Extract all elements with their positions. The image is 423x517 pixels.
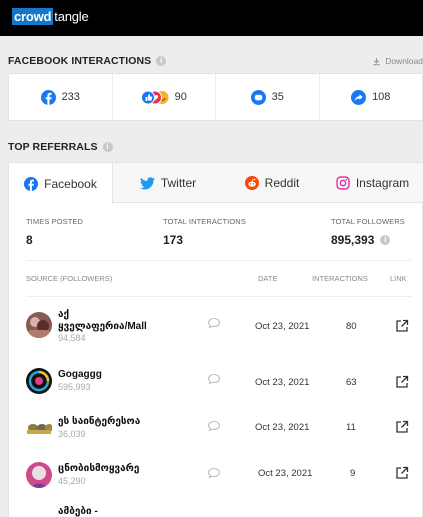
avatar[interactable]	[26, 312, 52, 338]
source-followers: 45,290	[58, 476, 86, 486]
download-button[interactable]: Download	[372, 56, 423, 66]
external-link-icon[interactable]	[395, 466, 409, 480]
comment-icon[interactable]	[207, 317, 221, 329]
source-followers: 595,993	[58, 382, 91, 392]
source-name[interactable]: აქ	[58, 309, 69, 321]
top-referrals-title: TOP REFERRALS i	[8, 141, 113, 153]
comment-icon[interactable]	[207, 467, 221, 479]
top-referrals-title-text: TOP REFERRALS	[8, 141, 98, 153]
share-icon	[351, 89, 367, 105]
facebook-interactions-title-text: FACEBOOK INTERACTIONS	[8, 55, 152, 67]
stat-reactions: 90	[113, 74, 216, 120]
facebook-interactions-title: FACEBOOK INTERACTIONS i	[8, 55, 167, 67]
tab-reddit[interactable]: Reddit	[223, 163, 321, 203]
stat-value: 90	[174, 91, 187, 103]
avatar[interactable]	[26, 415, 52, 441]
divider	[26, 260, 412, 261]
external-link-icon[interactable]	[395, 420, 409, 434]
comment-icon[interactable]	[207, 420, 221, 432]
avatar[interactable]	[26, 368, 52, 394]
info-icon[interactable]: i	[380, 235, 391, 245]
external-link-icon[interactable]	[395, 375, 409, 389]
source-name[interactable]: ცნობისმოყვარე	[58, 463, 139, 475]
top-bar: crowd tangle	[0, 0, 423, 36]
total-followers-value: 895,393 i	[331, 233, 391, 247]
info-icon[interactable]: i	[156, 56, 167, 66]
table-row: აქ ყველაფერია/Mall 94,584 Oct 23, 2021 8…	[26, 309, 416, 352]
row-date: Oct 23, 2021	[258, 468, 313, 479]
tab-label: Instagram	[355, 176, 410, 190]
logo-part2: tangle	[54, 9, 89, 24]
stat-value: 233	[61, 91, 80, 103]
column-source: SOURCE (FOLLOWERS)	[26, 274, 113, 283]
row-date: Oct 23, 2021	[255, 422, 310, 433]
tab-instagram[interactable]: Instagram	[321, 163, 423, 203]
times-posted-label: TIMES POSTED	[26, 217, 84, 226]
source-name-line2[interactable]: ყველაფერია/Mall	[58, 321, 147, 333]
column-date[interactable]: DATE	[258, 274, 277, 283]
comment-icon	[250, 89, 266, 105]
source-name[interactable]: Gogaggg	[58, 369, 102, 381]
facebook-icon	[24, 176, 39, 191]
row-interactions: 11	[346, 422, 356, 433]
row-date: Oct 23, 2021	[255, 321, 310, 332]
table-row: ცნობისმოყვარე 45,290 Oct 23, 2021 9	[26, 462, 416, 502]
source-followers: 94,584	[58, 333, 86, 343]
instagram-icon	[336, 176, 350, 190]
row-interactions: 80	[346, 321, 357, 332]
interactions-stats-card: 233 90 35 108	[8, 73, 423, 121]
reddit-icon	[244, 176, 259, 190]
table-row: Gogaggg 595,993 Oct 23, 2021 63	[26, 368, 416, 408]
info-icon[interactable]: i	[102, 142, 113, 152]
logo-part1: crowd	[12, 8, 54, 25]
external-link-icon[interactable]	[395, 319, 409, 333]
avatar[interactable]	[26, 462, 52, 488]
tab-label: Twitter	[160, 176, 197, 190]
table-row: ამბები -	[26, 506, 416, 517]
comment-icon[interactable]	[207, 373, 221, 385]
total-interactions-label: TOTAL INTERACTIONS	[163, 217, 246, 226]
total-followers-number: 895,393	[331, 233, 375, 247]
column-interactions[interactable]: INTERACTIONS	[312, 274, 368, 283]
source-name[interactable]: ეს საინტერესოა	[58, 416, 140, 428]
table-row: ეს საინტერესოა 36,039 Oct 23, 2021 11	[26, 415, 416, 455]
referral-tabs: Facebook Twitter Reddit Instagram	[9, 163, 423, 204]
tab-label: Reddit	[264, 176, 300, 190]
twitter-icon	[139, 176, 155, 190]
download-label: Download	[385, 56, 423, 66]
stat-facebook: 233	[9, 74, 113, 120]
stat-value: 108	[372, 91, 391, 103]
reactions-icon	[140, 90, 169, 105]
stat-comments: 35	[216, 74, 320, 120]
tab-label: Facebook	[44, 176, 97, 191]
source-name[interactable]: ამბები -	[58, 506, 98, 517]
stat-shares: 108	[320, 74, 423, 120]
total-followers-label: TOTAL FOLLOWERS	[331, 217, 405, 226]
row-interactions: 9	[350, 468, 356, 479]
stat-value: 35	[271, 91, 284, 103]
divider	[26, 296, 412, 297]
download-icon	[373, 57, 380, 65]
times-posted-value: 8	[26, 233, 33, 247]
tab-facebook[interactable]: Facebook	[9, 163, 113, 204]
row-interactions: 63	[346, 377, 357, 388]
crowdtangle-logo[interactable]: crowd tangle	[12, 8, 89, 25]
source-followers: 36,039	[58, 429, 86, 439]
column-link: LINK	[390, 274, 407, 283]
row-date: Oct 23, 2021	[255, 377, 310, 388]
total-interactions-value: 173	[163, 233, 184, 247]
tab-twitter[interactable]: Twitter	[113, 163, 223, 203]
facebook-icon	[40, 89, 56, 105]
